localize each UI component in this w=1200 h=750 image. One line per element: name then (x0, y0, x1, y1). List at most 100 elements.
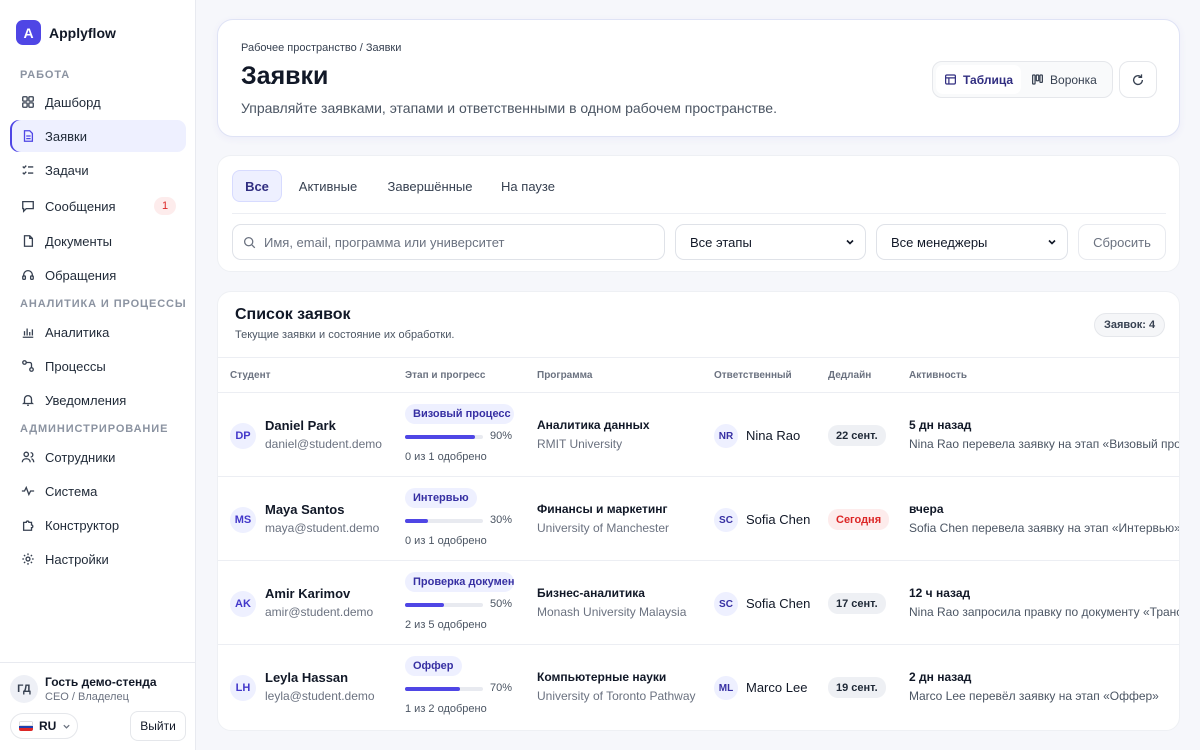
column-header-deadline[interactable]: Дедлайн (828, 370, 871, 381)
column-header-student[interactable]: Студент (230, 370, 271, 381)
student-avatar: AK (230, 591, 256, 617)
student-name[interactable]: Amir Karimov (265, 586, 350, 601)
progress-fill (405, 603, 444, 607)
page-description: Управляйте заявками, этапами и ответстве… (241, 100, 777, 116)
stage-badge: Проверка документов (405, 572, 514, 592)
unread-badge: 1 (154, 197, 176, 215)
sidebar-item-system[interactable]: Система (10, 475, 186, 507)
manager-name: Nina Rao (746, 428, 801, 443)
section-title-admin: АДМИНИСТРИРОВАНИЕ (20, 423, 169, 435)
list-title: Список заявок (235, 306, 351, 323)
sidebar-item-label: Заявки (45, 128, 87, 144)
sidebar-item-settings[interactable]: Настройки (10, 543, 186, 575)
manager-name: Marco Lee (746, 680, 808, 695)
checklist-icon (21, 163, 35, 177)
student-name[interactable]: Daniel Park (265, 418, 336, 433)
search-input[interactable]: Имя, email, программа или университет (232, 224, 665, 260)
brand-logo: A (16, 20, 41, 45)
refresh-button[interactable] (1119, 61, 1157, 98)
progress-bar (405, 435, 483, 439)
brand[interactable]: A Applyflow (16, 20, 116, 45)
user-panel: ГД Гость демо-стенда CEO / Владелец RU В… (0, 662, 196, 750)
approved-count: 0 из 1 одобрено (405, 451, 487, 463)
search-placeholder: Имя, email, программа или университет (264, 234, 505, 250)
sidebar-item-dashboard[interactable]: Дашборд (10, 86, 186, 118)
avatar: ГД (10, 675, 38, 703)
stage-select[interactable]: Все этапы (675, 224, 866, 260)
sidebar-item-label: Дашборд (45, 94, 101, 110)
reset-button[interactable]: Сбросить (1078, 224, 1166, 260)
column-header-stage[interactable]: Этап и прогресс (405, 370, 485, 381)
stage-badge: Визовый процесс (405, 404, 514, 424)
student-avatar: DP (230, 423, 256, 449)
bar-chart-icon (21, 325, 35, 339)
view-table-button[interactable]: Таблица (936, 65, 1022, 94)
activity-text: Nina Rao перевела заявку на этап «Визовы… (909, 437, 1179, 451)
sidebar-item-applications[interactable]: Заявки (10, 120, 186, 152)
logout-button[interactable]: Выйти (130, 711, 186, 741)
column-header-manager[interactable]: Ответственный (714, 370, 792, 381)
table-icon (945, 74, 956, 85)
applications-list: Список заявок Текущие заявки и состояние… (217, 291, 1180, 731)
activity-text: Marco Lee перевёл заявку на этап «Оффер» (909, 689, 1159, 703)
student-name[interactable]: Maya Santos (265, 502, 344, 517)
search-icon (243, 236, 256, 248)
tab-active[interactable]: Активные (290, 170, 366, 202)
student-name[interactable]: Leyla Hassan (265, 670, 348, 685)
list-subtitle: Текущие заявки и состояние их обработки. (235, 329, 455, 341)
settings-icon (21, 552, 35, 566)
sidebar-item-label: Обращения (45, 267, 117, 283)
manager-avatar: SC (714, 508, 738, 532)
sidebar-item-support[interactable]: Обращения (10, 259, 186, 291)
column-header-activity[interactable]: Активность (909, 370, 967, 381)
chevron-down-icon (846, 239, 854, 245)
stage-badge: Интервью (405, 488, 477, 508)
tab-paused[interactable]: На паузе (492, 170, 564, 202)
sidebar-item-analytics[interactable]: Аналитика (10, 316, 186, 348)
tab-all[interactable]: Все (232, 170, 282, 202)
sidebar-item-tasks[interactable]: Задачи (10, 154, 186, 186)
activity-time: 5 дн назад (909, 418, 972, 432)
sidebar-item-notifications[interactable]: Уведомления (10, 384, 186, 416)
table-row[interactable]: MS Maya Santos maya@student.demo Интервь… (218, 477, 1179, 561)
filter-panel: Все Активные Завершённые На паузе Имя, e… (217, 155, 1180, 272)
sidebar-item-documents[interactable]: Документы (10, 225, 186, 257)
activity-text: Nina Rao запросила правку по документу «… (909, 605, 1180, 619)
sidebar-item-processes[interactable]: Процессы (10, 350, 186, 382)
sidebar-item-builder[interactable]: Конструктор (10, 509, 186, 541)
student-email: daniel@student.demo (265, 437, 382, 451)
file-icon (21, 234, 35, 248)
users-icon (21, 450, 35, 464)
document-icon (21, 129, 35, 143)
activity-icon (21, 484, 35, 498)
table-row[interactable]: AK Amir Karimov amir@student.demo Провер… (218, 561, 1180, 645)
sidebar: A Applyflow РАБОТА Дашборд Заявки Задачи… (0, 0, 196, 750)
column-header-program[interactable]: Программа (537, 370, 592, 381)
refresh-icon (1132, 73, 1144, 85)
view-funnel-label: Воронка (1050, 72, 1097, 87)
progress-percent: 30% (490, 514, 513, 526)
student-avatar: MS (230, 507, 256, 533)
sidebar-item-messages[interactable]: Сообщения 1 (10, 190, 186, 222)
page-header: Рабочее пространство / Заявки Заявки Упр… (217, 19, 1180, 137)
table-row[interactable]: LH Leyla Hassan leyla@student.demo Оффер… (218, 645, 1179, 729)
sidebar-item-label: Аналитика (45, 324, 110, 340)
deadline-badge: Сегодня (828, 509, 890, 530)
program-name: Компьютерные науки (537, 670, 667, 684)
sidebar-item-label: Сообщения (45, 198, 116, 214)
view-switch: Таблица Воронка (932, 61, 1113, 98)
deadline-badge: 19 сент. (828, 677, 886, 698)
approved-count: 1 из 2 одобрено (405, 703, 487, 715)
manager-select[interactable]: Все менеджеры (876, 224, 1068, 260)
view-funnel-button[interactable]: Воронка (1023, 65, 1105, 94)
divider (232, 213, 1166, 214)
university-name: University of Toronto Pathway (537, 689, 696, 703)
workflow-icon (21, 359, 35, 373)
tab-completed[interactable]: Завершённые (378, 170, 482, 202)
sidebar-item-staff[interactable]: Сотрудники (10, 441, 186, 473)
language-select[interactable]: RU (10, 713, 78, 739)
table-row[interactable]: DP Daniel Park daniel@student.demo Визов… (218, 393, 1179, 477)
progress-bar (405, 687, 483, 691)
user-role: CEO / Владелец (45, 691, 129, 703)
chat-icon (21, 199, 35, 213)
